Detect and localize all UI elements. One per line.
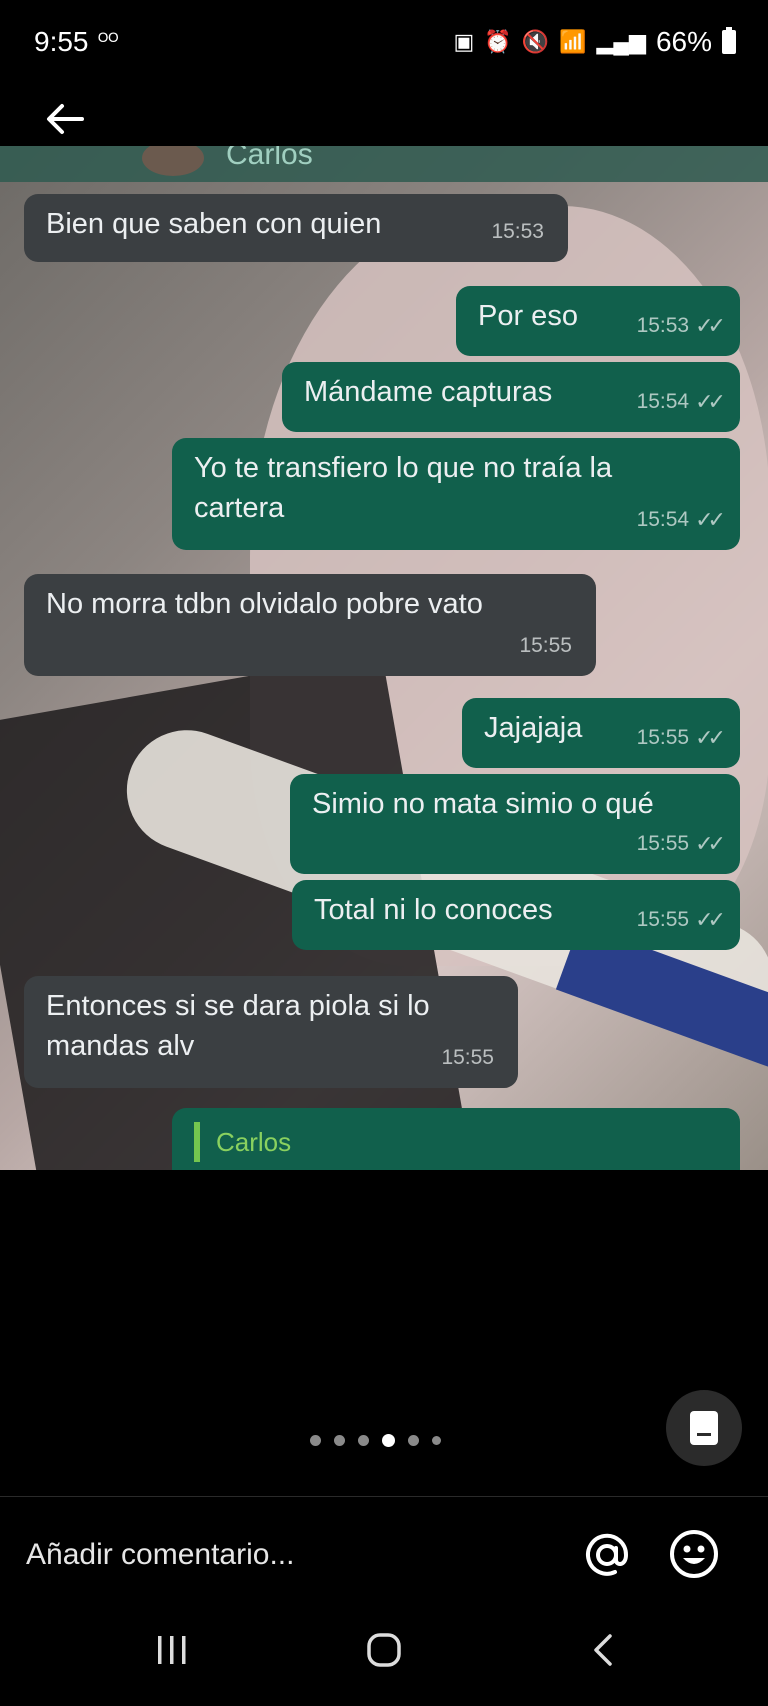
message-outgoing: Yo te transfiero lo que no traía la cart… bbox=[172, 438, 740, 550]
comment-input[interactable]: Añadir comentario... bbox=[26, 1538, 294, 1572]
message-time: 15:53 bbox=[491, 220, 544, 243]
message-outgoing: Jajajaja 15:55 ✓✓ bbox=[462, 698, 740, 768]
page-dot bbox=[358, 1435, 369, 1446]
lock-icon: ▣ bbox=[453, 29, 475, 54]
message-text: No morra tdbn olvidalo pobre vato bbox=[46, 588, 483, 620]
page-dot bbox=[310, 1435, 321, 1446]
message-outgoing-reply: Carlos bbox=[172, 1108, 740, 1170]
double-check-icon: ✓✓ bbox=[695, 831, 726, 856]
double-check-icon: ✓✓ bbox=[695, 725, 726, 750]
home-icon[interactable] bbox=[364, 1630, 404, 1670]
document-icon bbox=[690, 1411, 718, 1445]
divider bbox=[0, 1496, 768, 1497]
message-outgoing: Mándame capturas 15:54 ✓✓ bbox=[282, 362, 740, 432]
emoji-icon[interactable] bbox=[668, 1528, 720, 1580]
signal-icon: ▂▄▆ bbox=[596, 29, 646, 54]
message-text: Mándame capturas bbox=[304, 376, 553, 408]
message-incoming: Entonces si se dara piola si lo mandas a… bbox=[24, 976, 518, 1088]
message-text: Por eso bbox=[478, 300, 578, 332]
contact-name: Carlos bbox=[226, 146, 313, 171]
page-indicator bbox=[310, 1434, 441, 1447]
page-dot-active bbox=[382, 1434, 395, 1447]
message-outgoing: Total ni lo conoces 15:55 ✓✓ bbox=[292, 880, 740, 950]
double-check-icon: ✓✓ bbox=[695, 313, 726, 338]
page-dot bbox=[408, 1435, 419, 1446]
message-incoming: No morra tdbn olvidalo pobre vato 15:55 bbox=[24, 574, 596, 676]
message-time: 15:55 ✓✓ bbox=[637, 900, 726, 940]
chat-header bbox=[0, 146, 768, 182]
quoted-message: Carlos bbox=[194, 1122, 718, 1162]
battery-level: 66% bbox=[655, 26, 712, 57]
mute-icon: 🔇 bbox=[521, 29, 550, 54]
double-check-icon: ✓✓ bbox=[695, 507, 726, 532]
page-dot bbox=[334, 1435, 345, 1446]
double-check-icon: ✓✓ bbox=[695, 389, 726, 414]
message-time: 15:55 ✓✓ bbox=[637, 824, 726, 864]
message-incoming: Bien que saben con quien 15:53 bbox=[24, 194, 568, 262]
voicemail-icon: ᴼᴼ bbox=[98, 30, 119, 52]
message-text: Simio no mata simio o qué bbox=[312, 788, 654, 820]
message-outgoing: Por eso 15:53 ✓✓ bbox=[456, 286, 740, 356]
recents-icon[interactable] bbox=[152, 1630, 192, 1670]
clock: 9:55 bbox=[34, 26, 89, 57]
page-dot bbox=[432, 1436, 441, 1445]
message-time: 15:53 ✓✓ bbox=[637, 306, 726, 346]
shared-image: Carlos Bien que saben con quien 15:53 Po… bbox=[0, 146, 768, 1170]
wifi-icon: 📶 bbox=[559, 29, 587, 54]
message-text: Entonces si se dara piola si lo mandas a… bbox=[46, 990, 430, 1062]
quoted-author: Carlos bbox=[216, 1127, 292, 1157]
message-time: 15:54 ✓✓ bbox=[637, 382, 726, 422]
message-outgoing: Simio no mata simio o qué 15:55 ✓✓ bbox=[290, 774, 740, 874]
nav-back-icon[interactable] bbox=[584, 1630, 624, 1670]
double-check-icon: ✓✓ bbox=[695, 907, 726, 932]
alarm-icon: ⏰ bbox=[484, 29, 512, 54]
at-mention-icon[interactable] bbox=[582, 1530, 632, 1580]
message-time: 15:55 ✓✓ bbox=[637, 718, 726, 758]
status-icons: ▣ ⏰ 🔇 📶 ▂▄▆ 66% bbox=[453, 26, 736, 58]
status-bar: 9:55 ᴼᴼ ▣ ⏰ 🔇 📶 ▂▄▆ 66% bbox=[0, 0, 768, 84]
battery-icon bbox=[722, 27, 736, 54]
document-button[interactable] bbox=[666, 1390, 742, 1466]
message-text: Jajajaja bbox=[484, 712, 583, 744]
message-time: 15:55 bbox=[441, 1046, 494, 1069]
message-time: 15:55 bbox=[519, 634, 572, 657]
message-text: Bien que saben con quien bbox=[46, 208, 382, 240]
message-text: Yo te transfiero lo que no traía la cart… bbox=[194, 452, 613, 524]
message-time: 15:54 ✓✓ bbox=[637, 500, 726, 540]
back-arrow-icon[interactable] bbox=[40, 94, 90, 144]
message-text: Total ni lo conoces bbox=[314, 894, 553, 926]
